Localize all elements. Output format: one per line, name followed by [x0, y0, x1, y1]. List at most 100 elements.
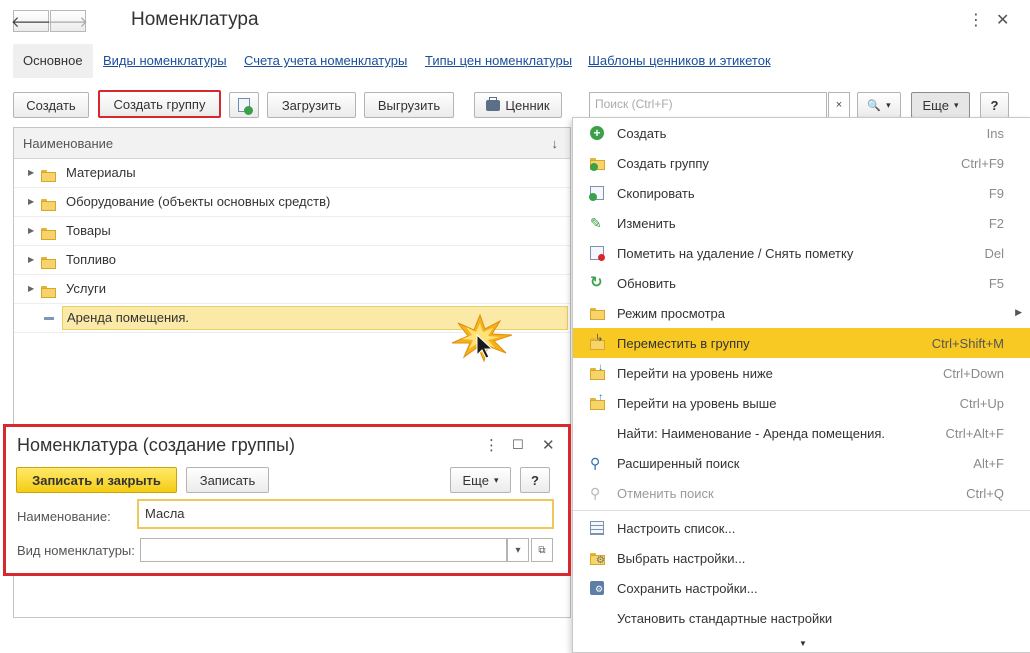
table-row[interactable]: ▶ Услуги: [14, 275, 570, 304]
chevron-down-icon: ▾: [493, 474, 499, 485]
folder-icon: [41, 168, 56, 183]
expand-icon[interactable]: ▶: [28, 226, 34, 235]
row-label: Топливо: [66, 252, 117, 267]
folder-add-icon: [590, 156, 605, 171]
chevron-down-icon: ▾: [886, 99, 891, 110]
tab-label-templates[interactable]: Шаблоны ценников и этикеток: [588, 44, 771, 78]
copy-button[interactable]: [229, 92, 259, 118]
view-mode-icon: [590, 306, 605, 320]
menu-item-cancel-search[interactable]: ⚲ Отменить поиск Ctrl+Q: [573, 478, 1030, 508]
dialog-more-button[interactable]: Еще ▾: [450, 467, 511, 493]
tab-accounts[interactable]: Счета учета номенклатуры: [244, 44, 407, 78]
cancel-search-icon: ⚲: [590, 485, 601, 501]
menu-item-advanced-search[interactable]: ⚲ Расширенный поиск Alt+F: [573, 448, 1030, 478]
forward-button[interactable]: 🡒: [48, 10, 88, 32]
window-title: Номенклатура: [131, 9, 259, 30]
create-group-dialog: Номенклатура (создание группы) ⋮ ☐ ✕ Зап…: [3, 424, 571, 576]
tab-price-types[interactable]: Типы цен номенклатуры: [425, 44, 572, 78]
unload-button[interactable]: Выгрузить: [364, 92, 454, 118]
menu-item-move-to-group[interactable]: ↳ Переместить в группу Ctrl+Shift+M: [573, 328, 1030, 358]
menu-item-create[interactable]: + Создать Ins: [573, 118, 1030, 148]
tab-item-kinds[interactable]: Виды номенклатуры: [103, 44, 227, 78]
back-button[interactable]: 🡐: [11, 10, 51, 32]
close-icon: ×: [835, 99, 843, 111]
printer-icon: [486, 96, 501, 111]
refresh-icon: ↻: [590, 274, 603, 291]
menu-item-default-settings[interactable]: Установить стандартные настройки: [573, 603, 1030, 633]
table-row[interactable]: ▶ Материалы: [14, 159, 570, 188]
row-label: Оборудование (объекты основных средств): [66, 194, 331, 209]
dialog-title: Номенклатура (создание группы): [17, 435, 295, 455]
table-row[interactable]: ▶ Товары: [14, 217, 570, 246]
mark-delete-icon: [590, 246, 605, 261]
expand-icon[interactable]: ▶: [28, 284, 34, 293]
tab-main[interactable]: Основное: [13, 44, 93, 78]
price-tag-label: Ценник: [505, 97, 550, 113]
column-header-name[interactable]: Наименование ↓: [14, 128, 570, 159]
menu-item-level-up[interactable]: ↑ Перейти на уровень выше Ctrl+Up: [573, 388, 1030, 418]
folder-icon: [41, 284, 56, 299]
choose-settings-icon: ⚙: [590, 551, 605, 566]
list-settings-icon: [590, 521, 604, 535]
create-button[interactable]: Создать: [13, 92, 89, 118]
pencil-icon: ✎: [590, 215, 602, 231]
menu-item-choose-settings[interactable]: ⚙ Выбрать настройки...: [573, 543, 1030, 573]
table-row[interactable]: ▶ Оборудование (объекты основных средств…: [14, 188, 570, 217]
more-options-icon[interactable]: ⋮: [484, 436, 499, 454]
move-to-group-icon: ↳: [590, 333, 605, 350]
table-row[interactable]: ▶ Топливо: [14, 246, 570, 275]
menu-item-find-by-name[interactable]: Найти: Наименование - Аренда помещения. …: [573, 418, 1030, 448]
row-label: Материалы: [66, 165, 136, 180]
item-icon: [44, 317, 54, 320]
menu-item-view-mode[interactable]: Режим просмотра ▶: [573, 298, 1030, 328]
kind-open-button[interactable]: ⧉: [531, 538, 553, 562]
save-button[interactable]: Записать: [186, 467, 269, 493]
expand-icon[interactable]: ▶: [28, 255, 34, 264]
expand-icon[interactable]: ▶: [28, 168, 34, 177]
search-clear-button[interactable]: ×: [828, 92, 850, 118]
menu-item-create-group[interactable]: Создать группу Ctrl+F9: [573, 148, 1030, 178]
name-input[interactable]: Масла: [137, 499, 554, 529]
menu-item-refresh[interactable]: ↻ Обновить F5: [573, 268, 1030, 298]
copy-icon: [589, 186, 604, 201]
open-icon: ⧉: [538, 544, 546, 556]
more-label: Еще: [462, 472, 489, 488]
kind-select[interactable]: [140, 538, 507, 562]
menu-item-copy[interactable]: Скопировать F9: [573, 178, 1030, 208]
expand-icon[interactable]: ▶: [28, 197, 34, 206]
copy-icon: [238, 98, 253, 115]
kind-label: Вид номенклатуры:: [17, 543, 135, 558]
chevron-down-icon: ▾: [953, 99, 959, 110]
search-icon: 🔍: [867, 99, 882, 112]
create-group-button[interactable]: Создать группу: [98, 90, 221, 118]
search-input[interactable]: Поиск (Ctrl+F): [589, 92, 827, 118]
plus-circle-icon: +: [590, 126, 604, 140]
dialog-help-button[interactable]: ?: [520, 467, 550, 493]
menu-item-mark-delete[interactable]: Пометить на удаление / Снять пометку Del: [573, 238, 1030, 268]
row-label: Услуги: [66, 281, 106, 296]
maximize-icon[interactable]: ☐: [512, 437, 524, 453]
menu-separator: [573, 510, 1030, 511]
more-button[interactable]: Еще ▾: [911, 92, 970, 118]
menu-item-level-down[interactable]: ↓ Перейти на уровень ниже Ctrl+Down: [573, 358, 1030, 388]
close-icon[interactable]: ✕: [996, 10, 1009, 30]
folder-icon: [41, 197, 56, 212]
kind-dropdown-button[interactable]: ▾: [507, 538, 529, 562]
price-tag-button[interactable]: Ценник: [474, 92, 562, 118]
name-label: Наименование:: [17, 509, 111, 524]
menu-item-save-settings[interactable]: ⚙ Сохранить настройки...: [573, 573, 1030, 603]
save-and-close-button[interactable]: Записать и закрыть: [16, 467, 177, 493]
level-up-icon: ↑: [590, 392, 605, 410]
advanced-search-icon: ⚲: [590, 455, 601, 471]
menu-scroll-down-icon[interactable]: ▼: [799, 639, 807, 648]
menu-item-edit[interactable]: ✎ Изменить F2: [573, 208, 1030, 238]
submenu-arrow-icon: ▶: [1015, 307, 1022, 317]
menu-item-list-settings[interactable]: Настроить список...: [573, 513, 1030, 543]
sort-arrow-icon: ↓: [551, 136, 559, 151]
more-dropdown-menu[interactable]: + Создать Ins Создать группу Ctrl+F9 Ско…: [572, 117, 1030, 653]
load-button[interactable]: Загрузить: [267, 92, 356, 118]
close-icon[interactable]: ✕: [542, 436, 555, 454]
help-button[interactable]: ?: [980, 92, 1009, 118]
search-options-button[interactable]: 🔍 ▾: [857, 92, 901, 118]
more-options-icon[interactable]: ⋮: [968, 10, 984, 30]
